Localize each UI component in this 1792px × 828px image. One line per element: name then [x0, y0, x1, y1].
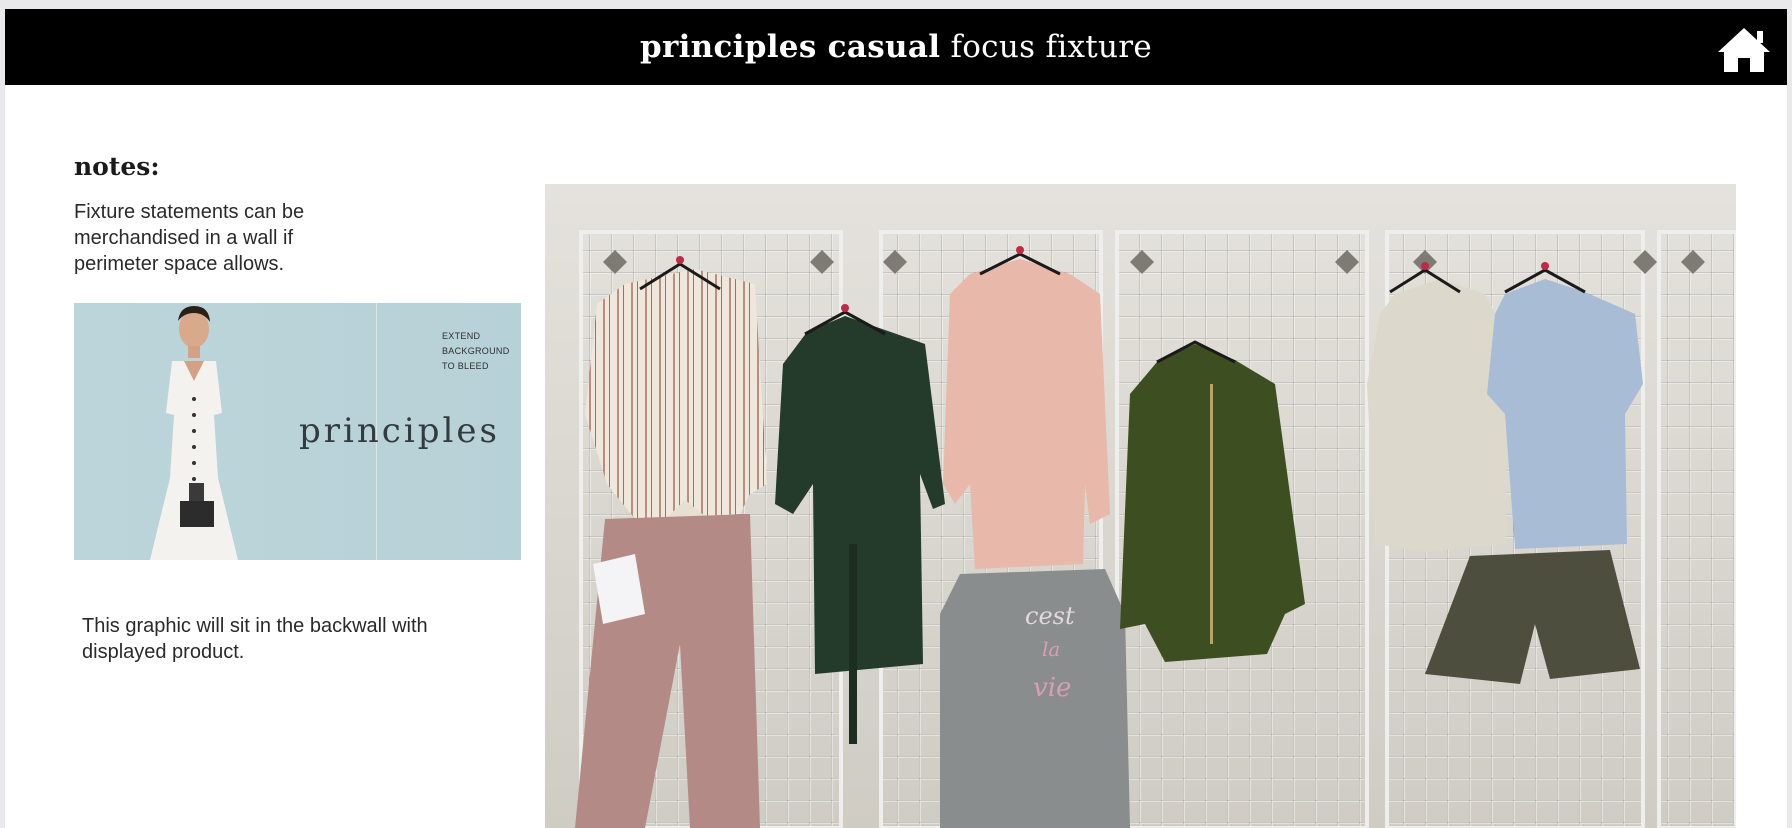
striped-shirt: [585, 269, 767, 524]
model-figure-image: [150, 306, 238, 560]
page-title: principles casual focus fixture: [5, 28, 1787, 66]
notes-text: Fixture statements can be merchandised i…: [74, 201, 305, 275]
fixture-photo-illustration: cest la vie: [545, 184, 1736, 828]
extend-line-3: TO BLEED: [442, 361, 489, 371]
home-button[interactable]: [1715, 25, 1773, 75]
tee-word-la: la: [1042, 637, 1060, 661]
extend-line-1: EXTEND: [442, 331, 481, 341]
notes-heading: notes:: [74, 152, 160, 181]
home-icon: [1718, 28, 1770, 72]
graphic-caption: This graphic will sit in the backwall wi…: [82, 615, 428, 663]
brand-logo-text: principles: [299, 411, 500, 451]
grey-sweatshirt: cest la vie: [940, 569, 1130, 828]
backwall-graphic: EXTEND BACKGROUND TO BLEED principles: [74, 303, 521, 560]
fixture-photo: cest la vie: [545, 184, 1736, 828]
cream-blouse: [1367, 279, 1510, 552]
page-title-light: focus fixture: [950, 29, 1153, 65]
extend-line-2: BACKGROUND: [442, 346, 510, 356]
tee-word-vie: vie: [1033, 673, 1071, 703]
header-bar: principles casual focus fixture: [5, 9, 1787, 85]
extend-background-note: EXTEND BACKGROUND TO BLEED: [442, 329, 520, 374]
slide: principles casual focus fixture notes: F…: [5, 9, 1787, 828]
tee-word-cest: cest: [1025, 602, 1075, 630]
page-title-bold: principles casual: [639, 29, 941, 65]
